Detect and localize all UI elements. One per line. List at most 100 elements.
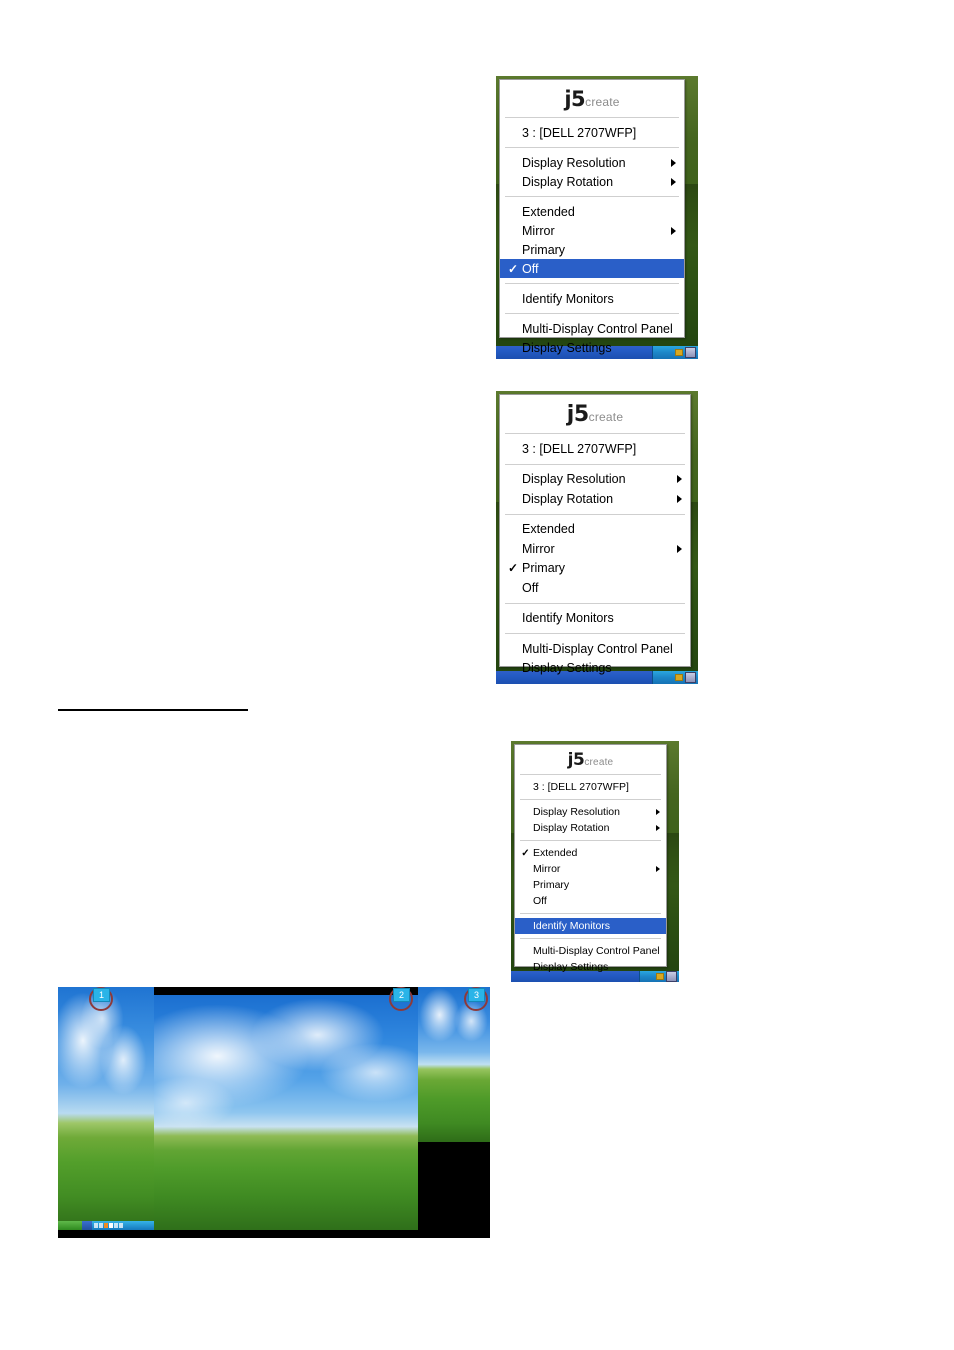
j5create-logo: j5create <box>515 745 666 774</box>
logo-create-text: create <box>588 410 624 424</box>
menu-item-label: Display Rotation <box>522 174 614 189</box>
menu-item-display-rotation[interactable]: Display Rotation <box>500 489 690 509</box>
j5create-logo: j5create <box>500 80 684 117</box>
menu-item-label: Primary <box>522 242 566 257</box>
menu-device-header: 3 : [DELL 2707WFP] <box>500 123 684 142</box>
menu-item-label: Extended <box>522 522 575 537</box>
tray-icon <box>94 1223 98 1228</box>
menu-item-label: Mirror <box>533 863 561 875</box>
menu-item-extended[interactable]: Extended <box>500 202 684 221</box>
screenshot-menu-primary-checked: j5create 3 : [DELL 2707WFP] Display Reso… <box>496 391 698 684</box>
menu-item-mirror[interactable]: Mirror <box>500 221 684 240</box>
tray-icon <box>99 1223 103 1228</box>
menu-item-label: Display Rotation <box>533 822 610 834</box>
submenu-arrow-icon <box>656 809 660 815</box>
menu-item-label: Identify Monitors <box>533 920 611 932</box>
j5create-context-menu[interactable]: j5create 3 : [DELL 2707WFP] Display Reso… <box>499 79 685 355</box>
submenu-arrow-icon <box>677 544 682 553</box>
menu-item-identify-monitors[interactable]: Identify Monitors <box>515 918 666 934</box>
menu-item-primary[interactable]: Primary <box>515 877 666 893</box>
menu-item-label: Display Settings <box>533 961 609 973</box>
device-header-label: 3 : [DELL 2707WFP] <box>522 441 637 456</box>
menu-item-primary[interactable]: ✓ Primary <box>500 559 690 579</box>
submenu-arrow-icon <box>656 825 660 831</box>
monitor-2-badge: 2 <box>393 988 410 1002</box>
submenu-arrow-icon <box>677 475 682 484</box>
menu-item-off[interactable]: Off <box>500 578 690 598</box>
logo-j5-text: j5 <box>564 87 586 111</box>
menu-item-label: Display Resolution <box>533 806 620 818</box>
j5create-context-menu[interactable]: j5create 3 : [DELL 2707WFP] Display Reso… <box>514 744 667 973</box>
menu-item-identify-monitors[interactable]: Identify Monitors <box>500 289 684 308</box>
menu-item-label: Extended <box>533 847 578 859</box>
device-header-label: 3 : [DELL 2707WFP] <box>522 125 637 140</box>
tray-icon <box>119 1223 123 1228</box>
menu-item-extended[interactable]: Extended <box>500 520 690 540</box>
menu-item-off[interactable]: Off <box>515 893 666 909</box>
j5create-context-menu[interactable]: j5create 3 : [DELL 2707WFP] Display Reso… <box>499 394 691 675</box>
menu-item-multi-display-control-panel[interactable]: Multi-Display Control Panel <box>515 943 666 959</box>
menu-item-mirror[interactable]: Mirror <box>500 539 690 559</box>
menu-item-label: Extended <box>522 204 575 219</box>
menu-item-display-resolution[interactable]: Display Resolution <box>500 153 684 172</box>
menu-item-display-resolution[interactable]: Display Resolution <box>515 804 666 820</box>
menu-item-label: Multi-Display Control Panel <box>522 641 673 656</box>
xp-taskbar-strip <box>82 1221 92 1230</box>
xp-taskbar-monitor-1 <box>58 1221 154 1230</box>
bliss-wallpaper <box>58 987 154 1230</box>
menu-item-label: Multi-Display Control Panel <box>533 945 660 957</box>
checkmark-icon: ✓ <box>507 561 519 576</box>
xp-system-tray[interactable] <box>92 1221 154 1230</box>
identify-monitors-photo: 1 2 3 <box>58 987 490 1238</box>
menu-item-label: Identify Monitors <box>522 611 614 626</box>
menu-item-display-settings[interactable]: Display Settings <box>500 659 690 679</box>
menu-item-identify-monitors[interactable]: Identify Monitors <box>500 609 690 629</box>
menu-item-label: Display Resolution <box>522 155 626 170</box>
menu-item-extended[interactable]: ✓ Extended <box>515 845 666 861</box>
menu-item-label: Primary <box>533 879 570 891</box>
section-divider-rule <box>58 709 248 711</box>
menu-item-label: Mirror <box>522 223 555 238</box>
menu-item-multi-display-control-panel[interactable]: Multi-Display Control Panel <box>500 319 684 338</box>
menu-device-header: 3 : [DELL 2707WFP] <box>500 439 690 459</box>
j5create-tray-icon[interactable] <box>685 347 696 358</box>
logo-j5-text: j5 <box>567 750 585 770</box>
j5create-logo: j5create <box>500 395 690 433</box>
menu-item-display-resolution[interactable]: Display Resolution <box>500 470 690 490</box>
menu-item-label: Display Rotation <box>522 491 614 506</box>
submenu-arrow-icon <box>671 226 676 235</box>
tray-icon <box>104 1223 108 1228</box>
menu-item-label: Mirror <box>522 541 555 556</box>
menu-item-mirror[interactable]: Mirror <box>515 861 666 877</box>
menu-item-label: Off <box>522 580 539 595</box>
monitor-2 <box>154 995 418 1230</box>
menu-device-header: 3 : [DELL 2707WFP] <box>515 779 666 795</box>
menu-item-label: Primary <box>522 561 566 576</box>
menu-item-label: Display Resolution <box>522 472 626 487</box>
device-header-label: 3 : [DELL 2707WFP] <box>533 781 629 793</box>
menu-item-label: Off <box>533 895 547 907</box>
j5create-tray-icon[interactable] <box>666 971 677 982</box>
logo-j5-text: j5 <box>566 402 589 427</box>
logo-create-text: create <box>584 757 614 768</box>
menu-item-display-rotation[interactable]: Display Rotation <box>500 172 684 191</box>
screenshot-menu-off-selected: j5create 3 : [DELL 2707WFP] Display Reso… <box>496 76 698 359</box>
menu-item-label: Multi-Display Control Panel <box>522 321 673 336</box>
monitor-3-badge: 3 <box>468 988 485 1002</box>
menu-item-multi-display-control-panel[interactable]: Multi-Display Control Panel <box>500 639 690 659</box>
menu-item-label: Display Settings <box>522 661 612 676</box>
menu-item-label: Display Settings <box>522 340 612 355</box>
submenu-arrow-icon <box>671 177 676 186</box>
menu-item-label: Off <box>522 261 539 276</box>
menu-item-display-settings[interactable]: Display Settings <box>515 959 666 975</box>
submenu-arrow-icon <box>656 866 660 872</box>
menu-item-display-rotation[interactable]: Display Rotation <box>515 820 666 836</box>
tray-icon <box>114 1223 118 1228</box>
logo-create-text: create <box>585 95 620 109</box>
monitor-1 <box>58 987 154 1230</box>
menu-item-primary[interactable]: Primary <box>500 240 684 259</box>
menu-item-off[interactable]: ✓ Off <box>500 259 684 278</box>
xp-start-button[interactable] <box>58 1221 82 1230</box>
menu-item-display-settings[interactable]: Display Settings <box>500 338 684 357</box>
screenshot-menu-identify-monitors-selected: j5create 3 : [DELL 2707WFP] Display Reso… <box>511 741 679 982</box>
